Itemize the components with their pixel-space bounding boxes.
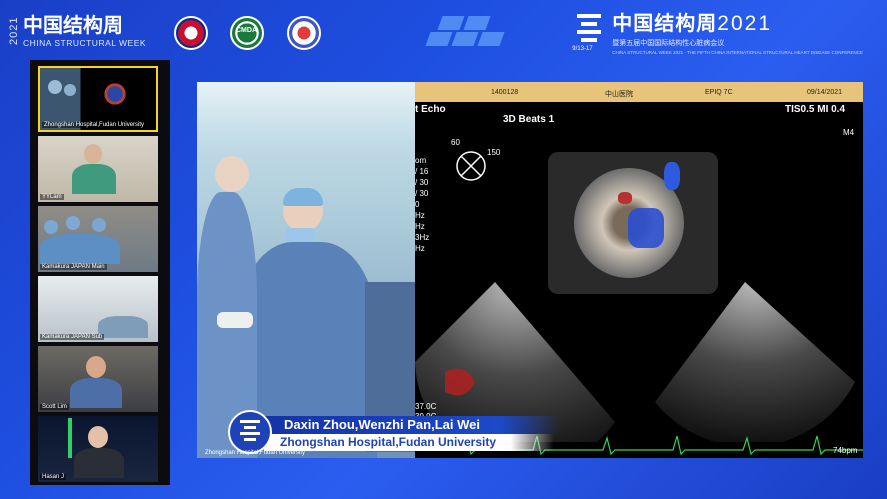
- tile-label: Kamakura JAPAN Main: [40, 264, 107, 270]
- echo-param: Hz: [415, 244, 425, 253]
- echo-header-bar: 1400128 中山医院 EPIQ 7C 09/14/2021: [415, 82, 863, 102]
- tile-label: Scott Lim: [40, 404, 70, 410]
- echo-hospital: 中山医院: [605, 91, 633, 98]
- decorative-tiles: [420, 12, 510, 54]
- conference-title-cn: 中国结构周: [612, 11, 718, 35]
- video-tile-scott-lim[interactable]: Scott Lim: [38, 346, 158, 412]
- conference-year: 2021: [717, 12, 772, 35]
- brand-left: 2021 中国结构周 CHINA STRUCTURAL WEEK: [8, 14, 146, 48]
- echo-param: Hz: [415, 211, 425, 220]
- echo-device: EPIQ 7C: [705, 89, 733, 96]
- echo-side-m4: M4: [843, 128, 855, 137]
- echo-beats-label: 3D Beats 1: [503, 114, 555, 125]
- echo-param: 0: [415, 200, 420, 209]
- echo-angle-60: 60: [451, 138, 460, 147]
- echo-angle-150: 150: [487, 148, 501, 157]
- header-banner: 2021 中国结构周 CHINA STRUCTURAL WEEK CMDA 9/…: [0, 0, 887, 62]
- video-tile-kamakura-sub[interactable]: Kamakura JAPAN Sub: [38, 276, 158, 342]
- conference-subtitle-en: CHINA STRUCTURAL WEEK 2021 · THE FIFTH C…: [612, 50, 863, 55]
- brand-right: 9/13-17 中国结构周2021 暨第五届中国国际结构性心脏病会议 CHINA…: [572, 12, 863, 55]
- echo-param: 3Hz: [415, 233, 430, 242]
- speaker-names: Daxin Zhou,Wenzhi Pan,Lai Wei: [284, 417, 480, 432]
- brand-title-cn: 中国结构周: [23, 13, 123, 37]
- tile-label: Zhongshan Hospital,Fudan University: [42, 122, 147, 128]
- echo-param: Hz: [415, 222, 425, 231]
- video-tile-zhongshan[interactable]: Zhongshan Hospital,Fudan University: [38, 66, 158, 132]
- society-logo-icon: [174, 16, 208, 50]
- building-light: [68, 418, 72, 458]
- video-tile-kamakura-main[interactable]: Kamakura JAPAN Main: [38, 206, 158, 272]
- participant-sidebar: Zhongshan Hospital,Fudan University YYLa…: [30, 60, 170, 485]
- tile-label: Hasan J: [40, 474, 67, 480]
- echo-param: / 16: [415, 167, 429, 176]
- speaker-affiliation: Zhongshan Hospital,Fudan University: [280, 435, 497, 449]
- caption-emblem-icon: [228, 410, 272, 454]
- echocardiogram-feed: 1400128 中山医院 EPIQ 7C 09/14/2021 t Echo T…: [415, 82, 863, 458]
- stream-source-label: Zhongshan Hospital,Fudan University: [205, 450, 306, 456]
- brand-year: 2021: [8, 16, 20, 46]
- cmda-logo-label: CMDA: [236, 27, 257, 34]
- tile-label: Kamakura JAPAN Sub: [40, 334, 105, 340]
- video-tile-hasan[interactable]: Hasan J: [38, 416, 158, 482]
- video-tile-yylam[interactable]: YYLam: [38, 136, 158, 202]
- association-logo-icon: [287, 16, 321, 50]
- conference-dates: 9/13-17: [572, 46, 593, 52]
- echo-param: om: [415, 156, 427, 165]
- conference-subtitle-cn: 暨第五届中国国际结构性心脏病会议: [612, 40, 725, 47]
- conference-emblem-icon: 9/13-17: [572, 12, 604, 52]
- brand-text: 中国结构周 CHINA STRUCTURAL WEEK: [23, 14, 146, 48]
- echo-heart-rate: 74bpm: [833, 446, 858, 455]
- echo-param: / 30: [415, 178, 429, 187]
- operating-room-feed: [197, 82, 415, 458]
- echo-patient-id: 1400128: [491, 89, 519, 96]
- echo-date: 09/14/2021: [807, 89, 843, 96]
- conference-title: 中国结构周2021 暨第五届中国国际结构性心脏病会议 CHINA STRUCTU…: [612, 12, 863, 55]
- lower-third-caption: Daxin Zhou,Wenzhi Pan,Lai Wei Zhongshan …: [228, 410, 560, 454]
- brand-title-en: CHINA STRUCTURAL WEEK: [23, 38, 147, 48]
- echo-mode-label: t Echo: [415, 104, 446, 115]
- main-video-stream[interactable]: 1400128 中山医院 EPIQ 7C 09/14/2021 t Echo T…: [197, 82, 863, 458]
- echo-tis-mi: TIS0.5 MI 0.4: [785, 104, 846, 115]
- echo-param: / 30: [415, 189, 429, 198]
- tile-label: YYLam: [40, 194, 64, 200]
- echo-3d-volume: [548, 152, 718, 294]
